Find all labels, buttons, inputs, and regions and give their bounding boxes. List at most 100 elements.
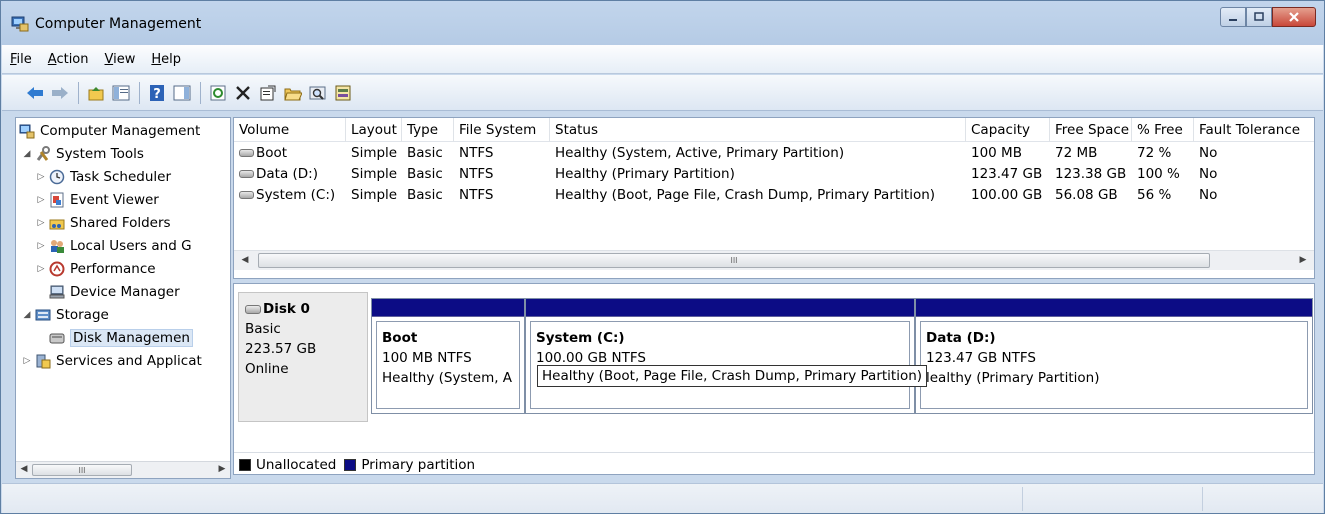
expand-arrow-icon[interactable]: ▷: [34, 218, 48, 228]
column-header-volume[interactable]: Volume: [234, 118, 346, 142]
tree-item-task-scheduler[interactable]: ▷ Task Scheduler: [34, 166, 171, 188]
free-space-cell: 72 MB: [1055, 145, 1098, 161]
show-action-pane-button[interactable]: [171, 82, 193, 104]
status-divider: [1202, 487, 1203, 511]
tree-label: Event Viewer: [70, 192, 159, 208]
scroll-thumb[interactable]: III: [32, 464, 132, 476]
volume-row-data[interactable]: Data (D:) Simple Basic NTFS Healthy (Pri…: [234, 164, 1314, 185]
volume-row-boot[interactable]: Boot Simple Basic NTFS Healthy (System, …: [234, 143, 1314, 164]
volume-icon: [239, 191, 254, 199]
menu-help[interactable]: Help: [151, 52, 181, 67]
fault-tolerance-cell: No: [1199, 166, 1218, 182]
scroll-right-arrow-icon[interactable]: ▶: [216, 464, 228, 474]
tree-item-performance[interactable]: ▷ Performance: [34, 258, 156, 280]
expand-arrow-icon[interactable]: ▷: [20, 356, 34, 366]
tree-item-storage[interactable]: ◢ Storage: [20, 304, 109, 326]
expand-arrow-icon[interactable]: ▷: [34, 264, 48, 274]
percent-free-cell: 56 %: [1137, 187, 1172, 203]
capacity-cell: 123.47 GB: [971, 166, 1043, 182]
volume-list[interactable]: Volume Layout Type File System Status Ca…: [233, 117, 1315, 279]
tree-item-local-users[interactable]: ▷ Local Users and G: [34, 235, 192, 257]
column-header-file-system[interactable]: File System: [454, 118, 550, 142]
disk-management-icon: [48, 329, 66, 347]
partition-boot[interactable]: Boot 100 MB NTFS Healthy (System, A: [371, 298, 525, 414]
title-bar[interactable]: Computer Management: [1, 1, 1324, 45]
volume-cell: Data (D:): [234, 164, 346, 185]
more-actions-button[interactable]: [332, 82, 354, 104]
expand-arrow-icon[interactable]: ▷: [34, 172, 48, 182]
expand-arrow-icon[interactable]: ▷: [34, 195, 48, 205]
column-header-type[interactable]: Type: [402, 118, 454, 142]
back-button[interactable]: [24, 82, 46, 104]
window-title: Computer Management: [35, 16, 202, 32]
help-button[interactable]: ?: [146, 82, 168, 104]
users-icon: [48, 237, 66, 255]
tree-item-computer-management[interactable]: Computer Management: [18, 120, 200, 142]
minimize-button[interactable]: [1220, 7, 1246, 27]
action-pane-icon: [173, 85, 191, 100]
forward-button[interactable]: [49, 82, 71, 104]
tree-horizontal-scrollbar[interactable]: ◀ III ▶: [16, 461, 230, 478]
show-hide-console-tree-button[interactable]: [110, 82, 132, 104]
layout-cell: Simple: [351, 145, 398, 161]
tree-item-system-tools[interactable]: ◢ System Tools: [20, 143, 144, 165]
toolbar-separator: [78, 81, 79, 104]
open-folder-button[interactable]: [282, 82, 304, 104]
menu-action[interactable]: Action: [48, 52, 89, 67]
forward-arrow-icon: [52, 86, 68, 99]
fault-tolerance-cell: No: [1199, 145, 1218, 161]
tree-item-event-viewer[interactable]: ▷ Event Viewer: [34, 189, 159, 211]
volume-row-system[interactable]: System (C:) Simple Basic NTFS Healthy (B…: [234, 185, 1314, 206]
expand-arrow-icon[interactable]: ▷: [34, 241, 48, 251]
volume-name: System (C:): [256, 187, 336, 203]
column-header-percent-free[interactable]: % Free: [1132, 118, 1194, 142]
column-header-fault-tolerance[interactable]: Fault Tolerance: [1194, 118, 1314, 142]
maximize-icon: [1254, 12, 1264, 21]
volume-name: Data (D:): [256, 166, 319, 182]
magnifier-icon: [309, 86, 326, 100]
clock-icon: [48, 168, 66, 186]
console-tree[interactable]: Computer Management ◢ System Tools ▷ Tas…: [15, 117, 231, 479]
refresh-button[interactable]: [207, 82, 229, 104]
close-button[interactable]: [1272, 7, 1316, 27]
open-folder-icon: [284, 88, 302, 100]
scroll-left-arrow-icon[interactable]: ◀: [18, 464, 30, 474]
up-one-level-button[interactable]: [85, 82, 107, 104]
tree-item-device-manager[interactable]: Device Manager: [48, 281, 180, 303]
scroll-right-arrow-icon[interactable]: ▶: [1296, 255, 1310, 265]
volume-icon: [239, 170, 254, 178]
disk-type: Basic: [245, 321, 281, 337]
disk-0-label[interactable]: Disk 0 Basic 223.57 GB Online: [238, 292, 368, 422]
delete-button[interactable]: [232, 82, 254, 104]
volume-name: Boot: [256, 145, 288, 161]
disk-graphical-view[interactable]: Disk 0 Basic 223.57 GB Online Boot 100 M…: [233, 283, 1315, 475]
column-header-status[interactable]: Status: [550, 118, 966, 142]
volume-cell: System (C:): [234, 185, 346, 206]
volume-list-horizontal-scrollbar[interactable]: ◀ III ▶: [234, 250, 1314, 270]
partition-data-d[interactable]: Data (D:) 123.47 GB NTFS lealthy (Primar…: [915, 298, 1313, 414]
column-header-free-space[interactable]: Free Space: [1050, 118, 1132, 142]
scroll-left-arrow-icon[interactable]: ◀: [238, 255, 252, 265]
partition-bar: [916, 299, 1312, 317]
properties-button[interactable]: [257, 82, 279, 104]
search-button[interactable]: [307, 82, 329, 104]
column-header-capacity[interactable]: Capacity: [966, 118, 1050, 142]
type-cell: Basic: [407, 166, 443, 182]
tree-item-shared-folders[interactable]: ▷ Shared Folders: [34, 212, 171, 234]
collapse-arrow-icon[interactable]: ◢: [20, 310, 34, 320]
partition-system-c[interactable]: System (C:) 100.00 GB NTFS: [525, 298, 915, 414]
column-header-layout[interactable]: Layout: [346, 118, 402, 142]
tree-item-services-and-applications[interactable]: ▷ Services and Applicat: [20, 350, 202, 372]
type-cell: Basic: [407, 145, 443, 161]
tree-label: Performance: [70, 261, 156, 277]
percent-free-cell: 100 %: [1137, 166, 1180, 182]
tree-item-disk-management[interactable]: Disk Managemen: [48, 327, 193, 349]
menu-view[interactable]: View: [105, 52, 136, 67]
menu-file[interactable]: File: [10, 52, 32, 67]
scroll-thumb[interactable]: III: [258, 253, 1210, 268]
tools-icon: [34, 145, 52, 163]
maximize-button[interactable]: [1246, 7, 1272, 27]
menu-bar: File Action View Help: [2, 45, 1323, 74]
collapse-arrow-icon[interactable]: ◢: [20, 149, 34, 159]
capacity-cell: 100 MB: [971, 145, 1022, 161]
